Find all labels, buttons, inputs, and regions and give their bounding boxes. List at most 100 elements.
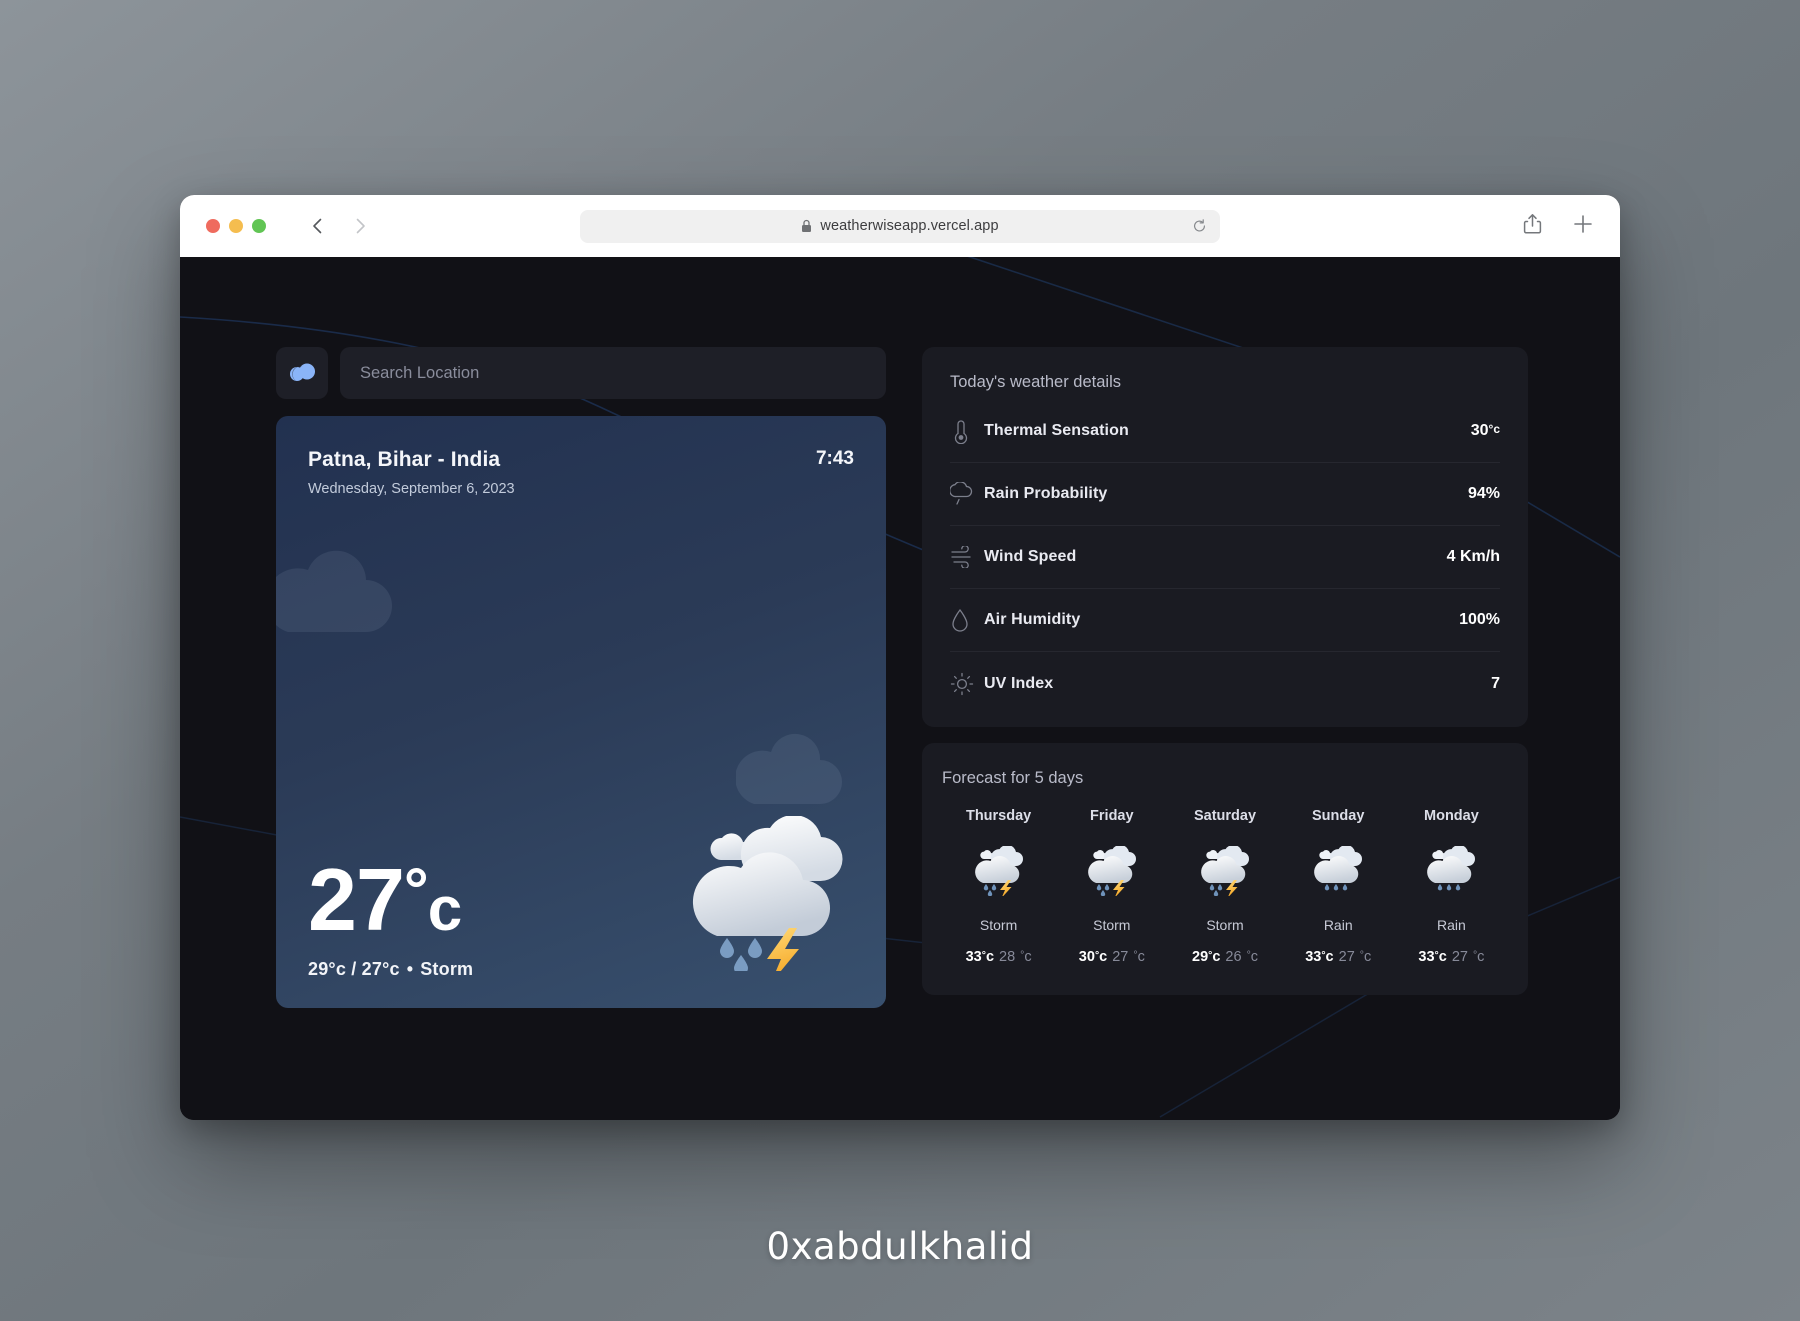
degree-symbol: ° [328,959,336,979]
location-name: Patna, Bihar - India [308,448,501,471]
forecast-day-name: Sunday [1312,808,1365,824]
storm-icon [972,844,1026,901]
forecast-day[interactable]: Friday Storm 30°c 27 °c [1055,808,1168,965]
bullet-separator: • [406,959,414,979]
forecast-temps: 30°c 27 °c [1079,949,1145,965]
temperature-unit: c [1325,949,1334,965]
forecast-day-name: Thursday [965,808,1032,824]
window-traffic-lights [206,219,266,233]
temperature-unit: c [1438,949,1447,965]
temperature-value: 27 [308,850,405,950]
forecast-temps: 33°c 28 °c [966,949,1032,965]
navigation-arrows [308,216,370,236]
forecast-high: 33 [1305,949,1322,965]
current-temperature: 27°c [308,856,473,945]
detail-value-suffix: °c [1488,422,1500,436]
reload-icon[interactable] [1192,219,1207,234]
forecast-low: 27 [1451,949,1468,965]
thermometer-icon [950,418,984,444]
address-bar[interactable]: weatherwiseapp.vercel.app [580,209,1220,243]
decorative-cloud-icon [276,544,396,641]
temperature-unit: c [1212,949,1221,965]
detail-row: Rain Probability 94% [950,463,1500,526]
forecast-low: 26 [1225,949,1242,965]
forecast-day[interactable]: Monday Rain 33°c 27 °c [1395,808,1508,965]
forecast-high: 29 [1192,949,1209,965]
forecast-day-name: Monday [1424,808,1479,824]
forecast-high: 30 [1078,949,1095,965]
chevron-right-icon[interactable] [350,216,370,236]
temp-separator: / [351,959,357,979]
detail-value: 30°c [1471,422,1500,440]
forecast-panel: Forecast for 5 days Thursday Storm 33°c … [922,743,1528,995]
search-location-field[interactable] [340,347,886,399]
detail-value: 4 Km/h [1446,548,1500,565]
forecast-high: 33 [1418,949,1435,965]
share-icon[interactable] [1523,213,1542,240]
card-header: Patna, Bihar - India Wednesday, Septembe… [308,448,854,497]
detail-value-number: 30 [1470,422,1489,439]
temperature-unit: c [1024,949,1032,965]
forecast-low: 28 [999,949,1016,965]
detail-label: Air Humidity [984,611,1081,628]
search-input[interactable] [360,363,866,383]
right-column: Today's weather details Thermal Sensatio… [922,347,1528,1008]
app-logo-button[interactable] [276,347,328,399]
detail-value: 7 [1491,674,1500,692]
decorative-cloud-icon [735,732,844,813]
detail-row: Wind Speed 4 Km/h [950,526,1500,589]
rain-icon [1424,844,1478,901]
forecast-temps: 29°c 26 °c [1192,949,1258,965]
details-panel-title: Today's weather details [950,373,1121,391]
condition-label: Storm [420,959,474,979]
rain-cloud-icon [950,481,984,507]
forecast-day[interactable]: Saturday Storm 29°c 26 °c [1168,808,1281,965]
location-block: Patna, Bihar - India Wednesday, Septembe… [308,448,515,497]
temperature-unit: c [1137,949,1145,965]
temperature-unit: c [1099,949,1108,965]
address-bar-url: weatherwiseapp.vercel.app [820,218,999,234]
detail-value: 94% [1467,485,1500,502]
cloud-logo-icon [288,360,316,387]
high-temp: 29 [308,959,329,979]
detail-row: Air Humidity 100% [950,589,1500,652]
temperature-unit: c [1477,949,1485,965]
minimize-window-button[interactable] [229,219,243,233]
forecast-condition: Rain [1323,917,1353,933]
wind-icon [950,546,984,568]
storm-icon [1085,844,1139,901]
temperature-unit: c [985,949,995,965]
left-column: Patna, Bihar - India Wednesday, Septembe… [276,347,886,1008]
forecast-day-name: Friday [1090,808,1134,824]
browser-window: weatherwiseapp.vercel.app Search Locatio… [180,195,1620,1120]
forecast-day[interactable]: Thursday Storm 33°c 28 °c [942,808,1055,965]
humidity-droplet-icon [950,607,984,633]
temperature-unit: c [427,875,462,945]
forecast-day-name: Saturday [1193,808,1257,824]
temperature-unit: c [389,959,400,979]
detail-label: Rain Probability [984,485,1108,502]
search-row [276,347,886,399]
maximize-window-button[interactable] [252,219,266,233]
forecast-temps: 33°c 27 °c [1418,949,1484,965]
low-temp: 27 [361,959,383,979]
rain-icon [1311,844,1365,901]
current-date: Wednesday, September 6, 2023 [308,481,515,497]
toolbar-right-actions [1523,213,1594,240]
forecast-day[interactable]: Sunday Rain 33°c 27 °c [1282,808,1395,965]
chevron-left-icon[interactable] [308,216,328,236]
weather-app-viewport: Patna, Bihar - India Wednesday, Septembe… [180,257,1620,1120]
storm-icon [1198,844,1252,901]
today-details-panel: Today's weather details Thermal Sensatio… [922,347,1528,727]
high-low-condition: 29°c / 27°c • Storm [308,959,473,980]
detail-row: Thermal Sensation 30°c [950,400,1500,463]
browser-toolbar: weatherwiseapp.vercel.app [180,195,1620,257]
temperature-block: 27°c 29°c / 27°c • Storm [308,856,473,980]
detail-row: UV Index 7 [950,652,1500,715]
lock-icon [801,219,812,233]
plus-icon[interactable] [1572,213,1594,240]
forecast-condition: Storm [1093,917,1131,933]
temperature-unit: c [1363,949,1372,965]
close-window-button[interactable] [206,219,220,233]
forecast-high: 33 [965,949,982,965]
